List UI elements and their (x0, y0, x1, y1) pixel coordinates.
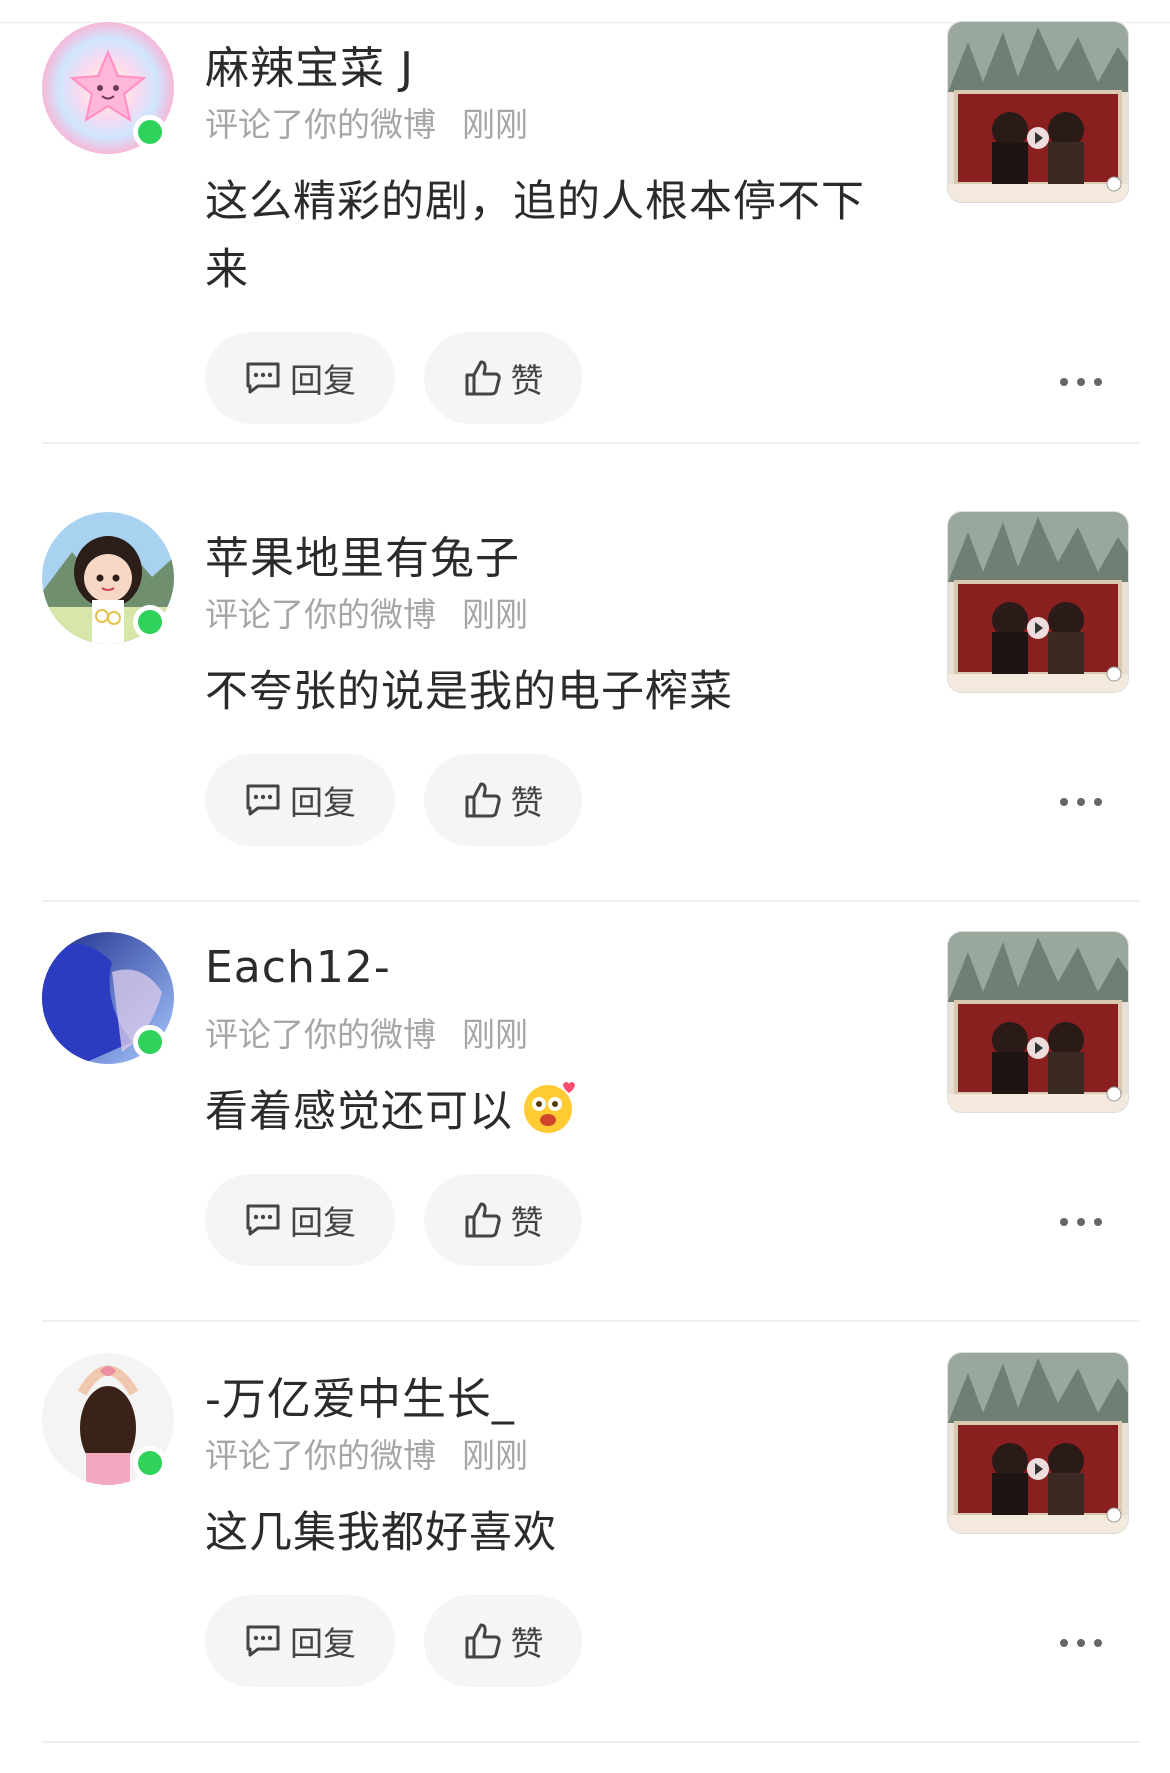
reply-button[interactable]: 回复 (205, 754, 395, 846)
weibo-post-thumbnail[interactable] (948, 932, 1128, 1112)
like-button[interactable]: 赞 (424, 1595, 582, 1687)
username[interactable]: -万亿爱中生长_ (205, 1363, 515, 1427)
like-label: 赞 (510, 361, 544, 400)
more-options-icon[interactable] (1060, 792, 1120, 812)
item-divider (42, 1320, 1140, 1322)
more-options-icon[interactable] (1060, 1633, 1120, 1653)
reply-label: 回复 (290, 1624, 356, 1663)
comment-text: 这几集我都好喜欢 (205, 1508, 557, 1558)
online-status-dot (133, 115, 167, 149)
weibo-post-thumbnail[interactable] (948, 1353, 1128, 1533)
timestamp: 刚刚 (462, 105, 528, 144)
comment-text-body: 看着感觉还可以 (205, 1087, 513, 1137)
username[interactable]: 麻辣宝菜 J (205, 32, 414, 96)
action-text: 评论了你的微博 (205, 105, 436, 144)
more-options-icon[interactable] (1060, 1212, 1120, 1232)
notification-item[interactable]: Each12- 评论了你的微博 刚刚 看着感觉还可以 回复 赞 (0, 932, 1170, 1352)
comment-text: 看着感觉还可以 (205, 1078, 905, 1146)
meta-line: 评论了你的微博 刚刚 (205, 98, 528, 146)
like-button[interactable]: 赞 (424, 754, 582, 846)
like-label: 赞 (510, 1624, 544, 1663)
reply-button[interactable]: 回复 (205, 1174, 395, 1266)
action-text: 评论了你的微博 (205, 1015, 436, 1054)
action-text: 评论了你的微博 (205, 1436, 436, 1475)
online-status-dot (133, 1025, 167, 1059)
comment-icon (246, 362, 280, 394)
excited-face-emoji-icon (524, 1082, 575, 1133)
username[interactable]: Each12- (205, 942, 391, 993)
meta-line: 评论了你的微博 刚刚 (205, 1429, 528, 1477)
username[interactable]: 苹果地里有兔子 (205, 522, 520, 586)
reply-button[interactable]: 回复 (205, 332, 395, 424)
like-label: 赞 (510, 783, 544, 822)
timestamp: 刚刚 (462, 1436, 528, 1475)
item-divider (42, 442, 1140, 444)
meta-line: 评论了你的微博 刚刚 (205, 588, 528, 636)
thumbs-up-icon (465, 1623, 501, 1659)
weibo-post-thumbnail[interactable] (948, 512, 1128, 692)
more-options-icon[interactable] (1060, 372, 1120, 392)
action-text: 评论了你的微博 (205, 595, 436, 634)
reply-label: 回复 (290, 783, 356, 822)
notification-item[interactable]: -万亿爱中生长_ 评论了你的微博 刚刚 这几集我都好喜欢 回复 赞 (0, 1353, 1170, 1773)
comment-text: 不夸张的说是我的电子榨菜 (205, 667, 733, 717)
thumbs-up-icon (465, 360, 501, 396)
item-divider (42, 1741, 1140, 1743)
like-label: 赞 (510, 1203, 544, 1242)
item-divider (42, 900, 1140, 902)
timestamp: 刚刚 (462, 595, 528, 634)
like-button[interactable]: 赞 (424, 332, 582, 424)
comment-icon (246, 1625, 280, 1657)
thumbs-up-icon (465, 782, 501, 818)
thumbs-up-icon (465, 1202, 501, 1238)
weibo-post-thumbnail[interactable] (948, 22, 1128, 202)
reply-label: 回复 (290, 1203, 356, 1242)
like-button[interactable]: 赞 (424, 1174, 582, 1266)
online-status-dot (133, 605, 167, 639)
notification-item[interactable]: 苹果地里有兔子 评论了你的微博 刚刚 不夸张的说是我的电子榨菜 回复 赞 (0, 512, 1170, 932)
comment-icon (246, 1204, 280, 1236)
meta-line: 评论了你的微博 刚刚 (205, 1008, 528, 1056)
reply-label: 回复 (290, 361, 356, 400)
comment-icon (246, 784, 280, 816)
online-status-dot (133, 1446, 167, 1480)
timestamp: 刚刚 (462, 1015, 528, 1054)
reply-button[interactable]: 回复 (205, 1595, 395, 1687)
comment-text: 这么精彩的剧，追的人根本停不下来 (205, 177, 865, 295)
notification-item[interactable]: 麻辣宝菜 J 评论了你的微博 刚刚 这么精彩的剧，追的人根本停不下来 回复 赞 (0, 22, 1170, 444)
